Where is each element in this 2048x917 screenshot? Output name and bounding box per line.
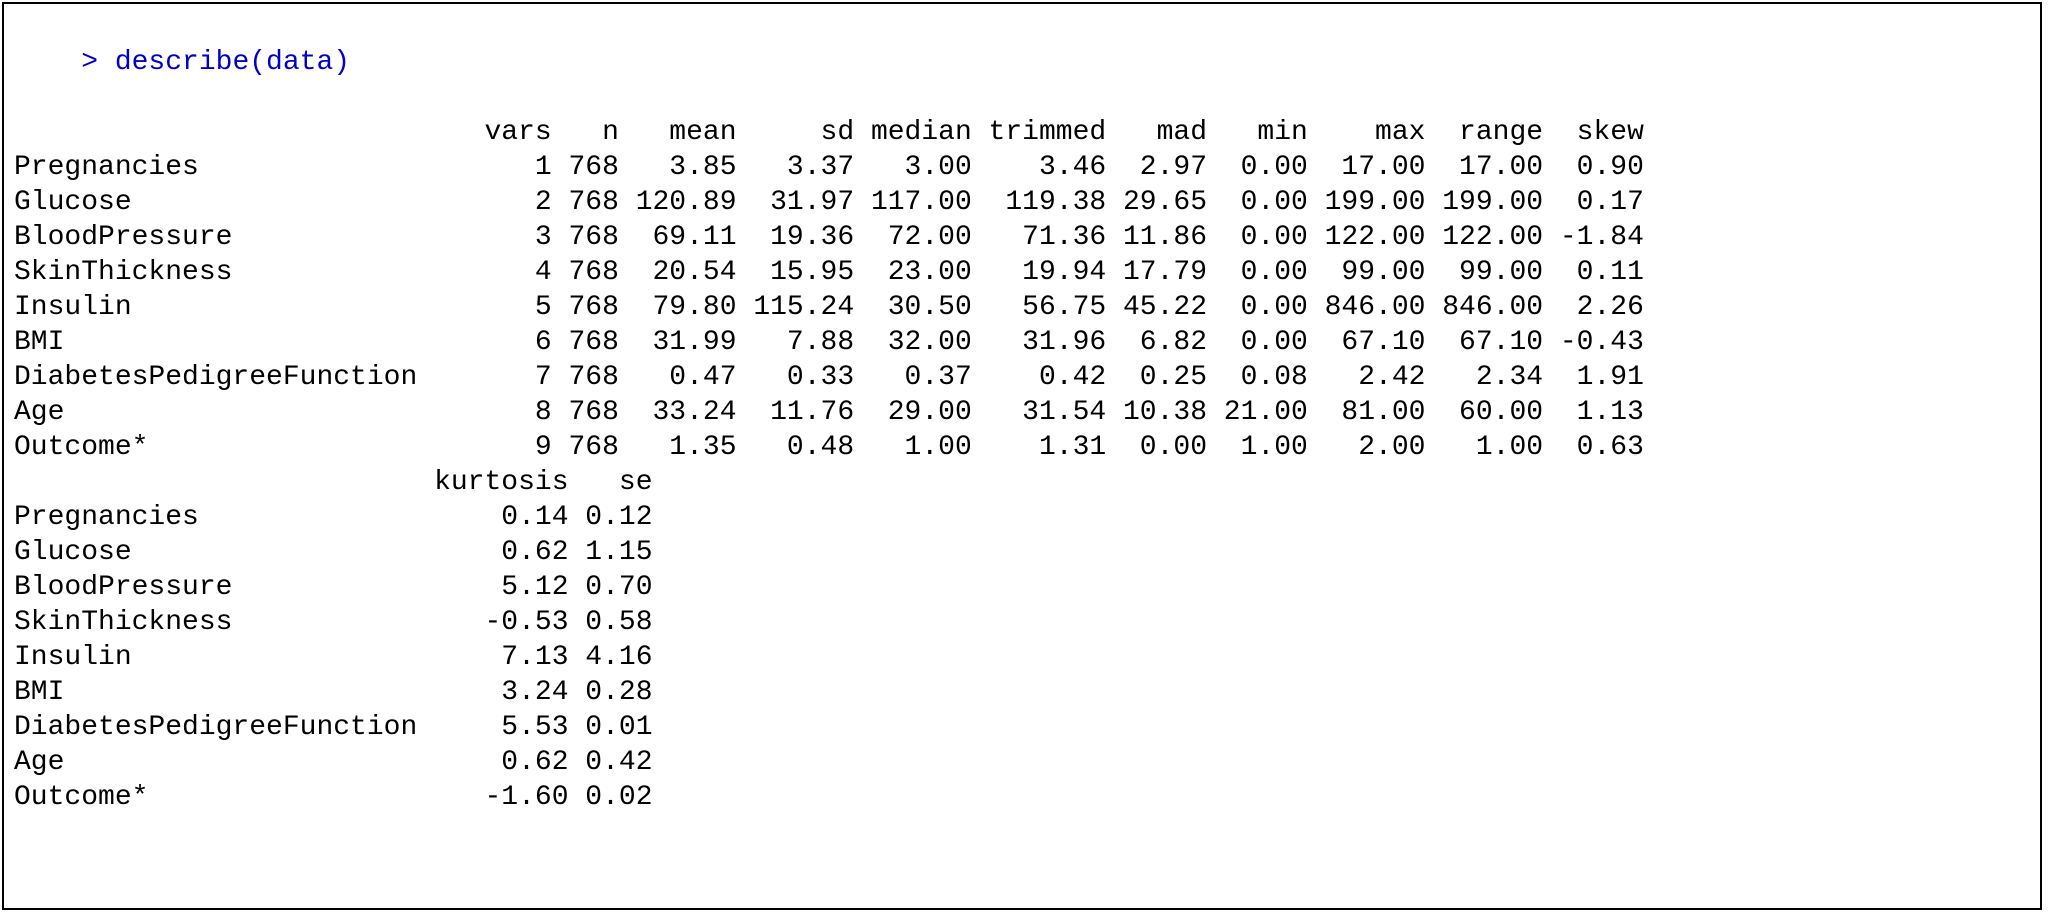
command-text: describe(data) bbox=[115, 47, 350, 78]
prompt-symbol: > bbox=[81, 47, 115, 78]
describe-output: vars n mean sd median trimmed mad min ma… bbox=[14, 115, 2030, 815]
r-console[interactable]: > describe(data) vars n mean sd median t… bbox=[2, 2, 2042, 910]
prompt-line: > describe(data) bbox=[14, 10, 2030, 115]
